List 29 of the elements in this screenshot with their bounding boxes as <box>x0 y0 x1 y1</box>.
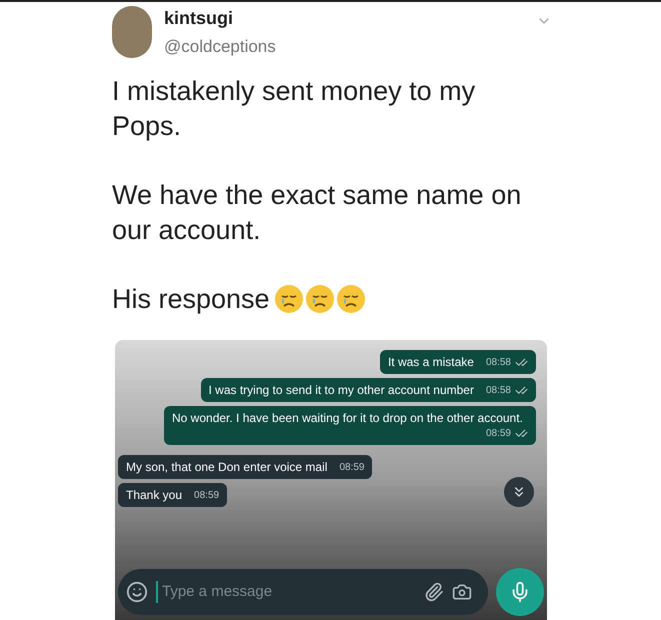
paperclip-icon[interactable] <box>424 582 444 602</box>
double-check-icon <box>515 356 528 369</box>
tweet-paragraph: His response <box>112 282 270 316</box>
message-input-field[interactable]: Type a message <box>118 569 488 615</box>
author-name: kintsugi <box>164 7 234 30</box>
message-text: It was a mistake <box>388 354 474 370</box>
camera-icon[interactable] <box>452 582 472 602</box>
double-check-icon <box>515 427 528 440</box>
message-text: Thank you <box>126 487 182 503</box>
double-check-icon <box>515 384 528 397</box>
tweet-paragraph: I mistakenly sent money to my Pops. <box>112 74 476 143</box>
crying-face-icon <box>274 284 304 314</box>
message-time: 08:58 <box>486 384 511 398</box>
crying-face-icon <box>304 284 335 314</box>
scroll-down-button[interactable] <box>504 477 534 507</box>
message-time: 08:58 <box>486 356 511 370</box>
message-time: 08:59 <box>339 461 364 475</box>
microphone-button[interactable] <box>496 568 544 616</box>
message-input[interactable]: Type a message <box>156 580 416 604</box>
crying-face-icon <box>336 284 366 314</box>
message-text: I was trying to send it to my other account number <box>208 382 474 398</box>
message-time: 08:59 <box>194 489 220 503</box>
message-time: 08:59 <box>486 427 511 441</box>
author-handle: @coldceptions <box>164 36 277 58</box>
message-text: No wonder. I have been waiting for it to drop on the other account. <box>172 410 523 426</box>
avatar-photo-placeholder <box>112 6 152 58</box>
emoji-icon[interactable] <box>126 581 148 603</box>
message-text: My son, that one Don enter voice mail <box>126 459 328 475</box>
tweet-paragraph: We have the exact same name on our account. <box>112 178 522 246</box>
